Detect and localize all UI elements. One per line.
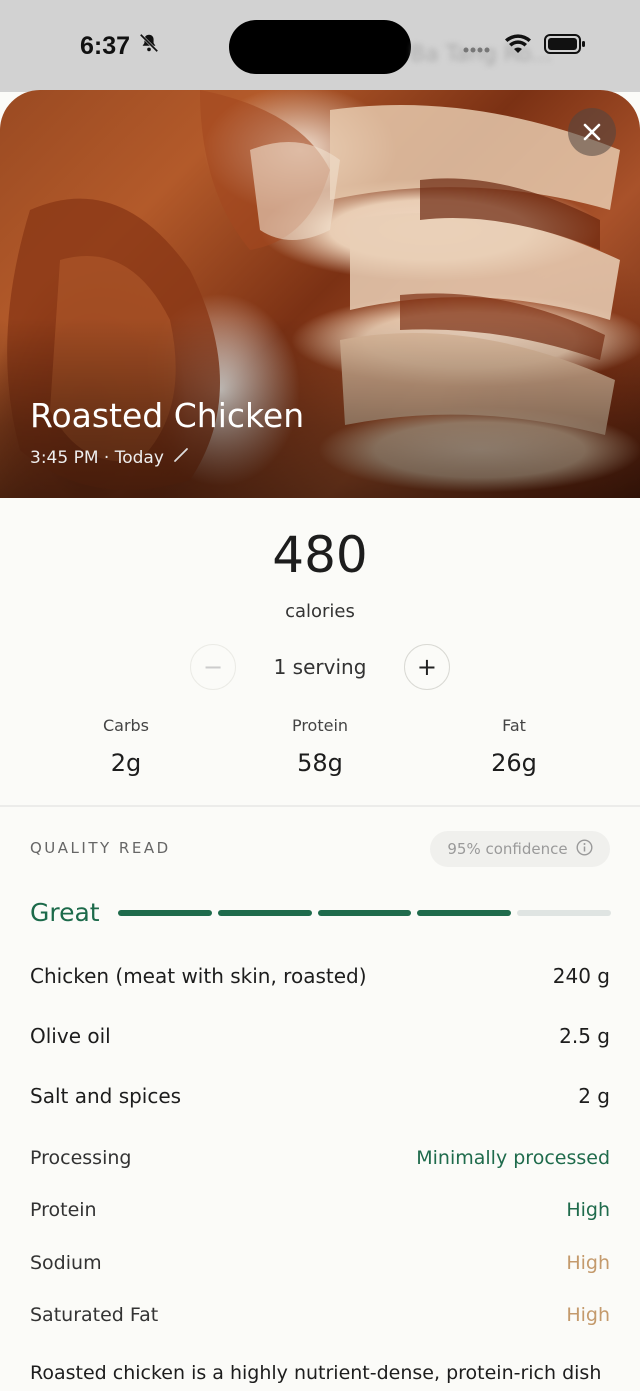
ingredient-name: Chicken (meat with skin, roasted) — [30, 964, 367, 988]
confidence-badge[interactable]: 95% confidence — [430, 831, 610, 867]
quality-section-title: QUALITY READ — [30, 839, 171, 857]
attribute-value: High — [566, 1252, 610, 1274]
serving-count: 1 serving — [273, 655, 367, 679]
bell-muted-icon — [138, 32, 160, 61]
food-photo: Roasted Chicken 3:45 PM · Today — [0, 90, 640, 498]
macro-label: Protein — [291, 716, 349, 735]
ingredient-name: Olive oil — [30, 1024, 111, 1048]
macro-value: 2g — [110, 749, 142, 777]
ingredient-name: Salt and spices — [30, 1084, 182, 1108]
attribute-row: Processing Minimally processed — [30, 1147, 610, 1169]
attribute-value: High — [566, 1304, 610, 1326]
meal-time[interactable]: 3:45 PM · Today — [30, 446, 190, 469]
macro-carbs: Carbs 2g — [46, 716, 206, 777]
attribute-row: Protein High — [30, 1199, 610, 1221]
attribute-name: Sodium — [30, 1252, 102, 1274]
ingredient-row[interactable]: Chicken (meat with skin, roasted) 240 g — [30, 964, 610, 988]
wifi-icon — [504, 33, 532, 59]
grade-segment — [217, 910, 312, 916]
attribute-row: Saturated Fat High — [30, 1304, 610, 1326]
meal-description: Roasted chicken is a highly nutrient-den… — [30, 1362, 602, 1384]
attribute-value: Minimally processed — [416, 1147, 610, 1169]
macro-fat: Fat 26g — [434, 716, 594, 777]
grade-segment — [317, 910, 412, 916]
dynamic-island — [229, 20, 411, 74]
attribute-name: Protein — [30, 1199, 97, 1221]
grade-segment — [118, 910, 212, 916]
edit-pencil-icon[interactable] — [172, 446, 190, 469]
status-bar: 6:37 Ba Tang Ro... — [0, 0, 640, 92]
confidence-text: 95% confidence — [447, 840, 568, 858]
macros-row: Carbs 2g Protein 58g Fat 26g — [0, 716, 640, 786]
attribute-name: Saturated Fat — [30, 1304, 159, 1326]
attribute-name: Processing — [30, 1147, 132, 1169]
screen: 6:37 Ba Tang Ro... Roasted Chicken 3:45 … — [0, 0, 640, 1391]
signal-icon — [462, 34, 492, 58]
macro-protein: Protein 58g — [240, 716, 400, 777]
increase-serving-button[interactable]: + — [403, 644, 450, 690]
meal-time-text: 3:45 PM · Today — [30, 447, 164, 468]
serving-stepper: − 1 serving + — [190, 644, 450, 690]
ingredient-amount: 240 g — [552, 964, 610, 988]
close-button[interactable] — [568, 108, 616, 156]
attribute-value: High — [566, 1199, 610, 1221]
quality-grade: Great — [30, 898, 100, 927]
status-time: 6:37 — [80, 32, 160, 61]
status-icons — [462, 33, 586, 59]
decrease-serving-button[interactable]: − — [190, 644, 236, 690]
quality-grade-bar — [118, 910, 611, 916]
grade-segment — [417, 910, 512, 916]
macro-value: 26g — [491, 749, 537, 777]
ingredient-row[interactable]: Olive oil 2.5 g — [30, 1024, 610, 1048]
macro-label: Carbs — [102, 716, 150, 735]
calories-label: calories — [285, 601, 355, 622]
grade-segment — [517, 910, 611, 916]
ingredient-amount: 2.5 g — [559, 1024, 610, 1048]
macro-value: 58g — [297, 749, 343, 777]
info-icon[interactable] — [576, 838, 593, 860]
status-time-text: 6:37 — [80, 32, 131, 60]
close-icon — [583, 123, 601, 141]
battery-icon — [544, 33, 586, 59]
calories-value: 480 — [272, 526, 368, 584]
meal-title: Roasted Chicken — [30, 396, 305, 435]
section-divider — [0, 805, 640, 807]
ingredient-amount: 2 g — [578, 1084, 610, 1108]
attribute-row: Sodium High — [30, 1252, 610, 1274]
ingredient-row[interactable]: Salt and spices 2 g — [30, 1084, 610, 1108]
macro-label: Fat — [502, 716, 526, 735]
